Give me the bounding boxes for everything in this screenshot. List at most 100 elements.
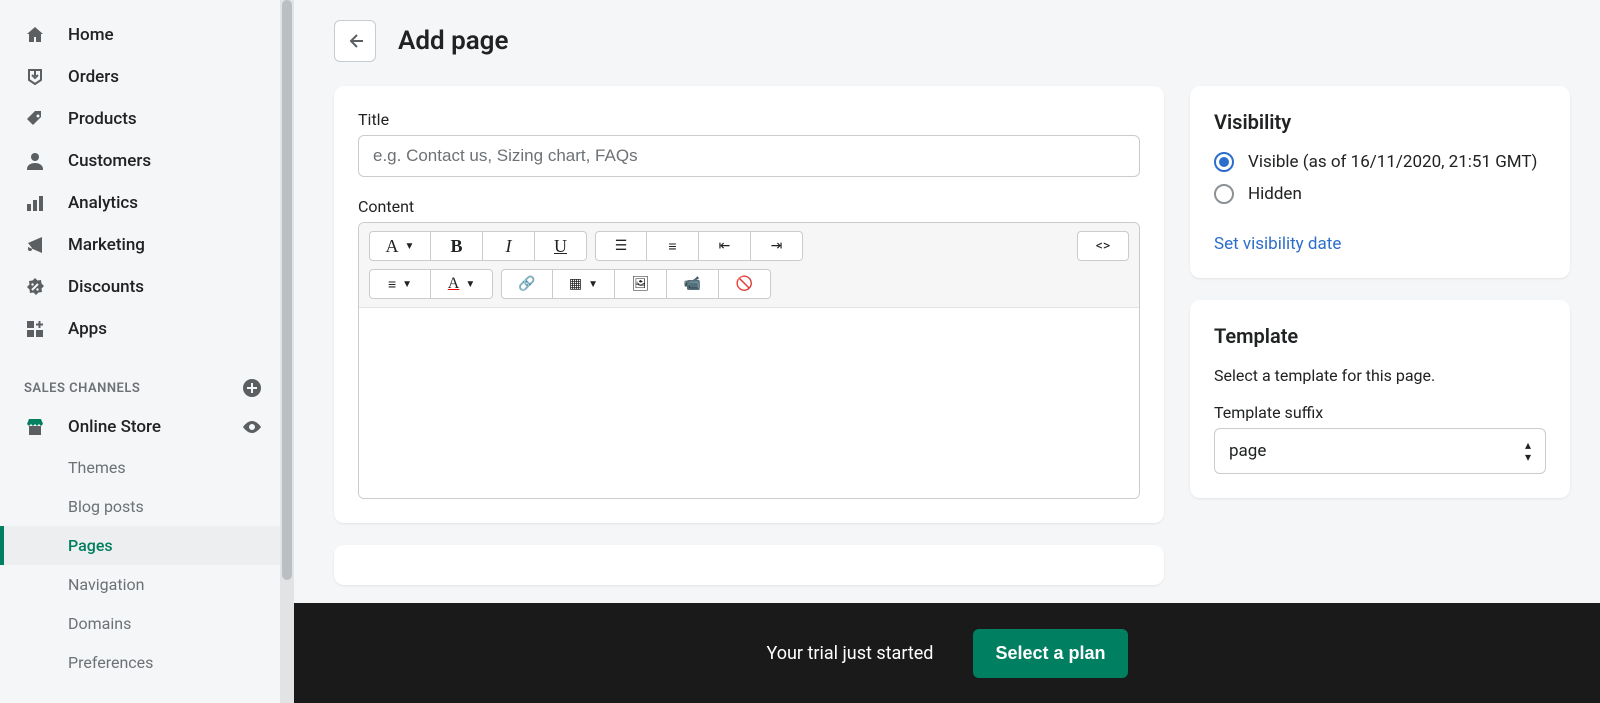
bullet-list-button[interactable]: ☰ (595, 231, 647, 261)
sub-themes[interactable]: Themes (0, 448, 280, 487)
editor-toolbar: A▼ B I U ☰ ≡ ⇤ ⇥ (359, 223, 1139, 308)
link-icon: 🔗 (518, 276, 535, 292)
caret-down-icon: ▼ (402, 279, 412, 290)
image-button[interactable]: 🖼 (615, 269, 667, 299)
visibility-card: Visibility Visible (as of 16/11/2020, 21… (1190, 86, 1570, 278)
radio-unchecked-icon (1214, 184, 1234, 204)
clear-icon: 🚫 (736, 276, 753, 292)
nav-label: Orders (68, 67, 119, 87)
nav-label: Marketing (68, 235, 145, 255)
back-button[interactable] (334, 20, 376, 62)
caret-down-icon: ▼ (588, 279, 598, 290)
title-content-card: Title Content A▼ B I (334, 86, 1164, 523)
nav-customers[interactable]: Customers (0, 140, 280, 182)
bullet-list-icon: ☰ (615, 238, 628, 254)
template-heading: Template (1214, 324, 1546, 348)
visibility-heading: Visibility (1214, 110, 1546, 134)
nav-orders[interactable]: Orders (0, 56, 280, 98)
template-card: Template Select a template for this page… (1190, 300, 1570, 498)
numbered-list-button[interactable]: ≡ (647, 231, 699, 261)
video-button[interactable]: 📹 (667, 269, 719, 299)
orders-icon (24, 66, 46, 88)
nav-label: Discounts (68, 277, 144, 297)
home-icon (24, 24, 46, 46)
nav-label: Customers (68, 151, 151, 171)
outdent-icon: ⇤ (719, 238, 731, 254)
add-channel-icon[interactable] (242, 378, 262, 398)
sub-pages[interactable]: Pages (0, 526, 280, 565)
link-button[interactable]: 🔗 (501, 269, 553, 299)
template-helper: Select a template for this page. (1214, 366, 1546, 385)
visible-label: Visible (as of 16/11/2020, 21:51 GMT) (1248, 152, 1537, 172)
page-title: Add page (398, 26, 508, 56)
sub-navigation[interactable]: Navigation (0, 565, 280, 604)
nav-marketing[interactable]: Marketing (0, 224, 280, 266)
bold-button[interactable]: B (431, 231, 483, 261)
numbered-list-icon: ≡ (668, 238, 676, 255)
nav-apps[interactable]: Apps (0, 308, 280, 350)
nav-products[interactable]: Products (0, 98, 280, 140)
sub-blog-posts[interactable]: Blog posts (0, 487, 280, 526)
video-icon: 📹 (684, 276, 701, 292)
nav-label: Analytics (68, 193, 138, 213)
set-visibility-date-link[interactable]: Set visibility date (1214, 234, 1341, 254)
align-icon: ≡ (388, 276, 396, 293)
select-caret-icon: ▴▾ (1525, 439, 1531, 463)
products-icon (24, 108, 46, 130)
nav-label: Home (68, 25, 114, 45)
table-button[interactable]: ▦▼ (553, 269, 615, 299)
sub-domains[interactable]: Domains (0, 604, 280, 643)
section-label: SALES CHANNELS (24, 381, 140, 396)
content-label: Content (358, 197, 1140, 216)
title-label: Title (358, 110, 1140, 129)
outdent-button[interactable]: ⇤ (699, 231, 751, 261)
html-view-button[interactable]: <> (1077, 231, 1129, 261)
visibility-visible-radio[interactable]: Visible (as of 16/11/2020, 21:51 GMT) (1214, 152, 1546, 172)
analytics-icon (24, 192, 46, 214)
italic-button[interactable]: I (483, 231, 535, 261)
nav-discounts[interactable]: Discounts (0, 266, 280, 308)
radio-checked-icon (1214, 152, 1234, 172)
table-icon: ▦ (569, 276, 582, 292)
nav-label: Apps (68, 319, 107, 339)
caret-down-icon: ▼ (405, 241, 415, 252)
indent-button[interactable]: ⇥ (751, 231, 803, 261)
rich-text-editor: A▼ B I U ☰ ≡ ⇤ ⇥ (358, 222, 1140, 499)
template-suffix-select[interactable]: page ▴▾ (1214, 428, 1546, 474)
nav-home[interactable]: Home (0, 14, 280, 56)
template-suffix-label: Template suffix (1214, 403, 1546, 422)
store-icon (24, 416, 46, 438)
apps-icon (24, 318, 46, 340)
text-color-button[interactable]: A▼ (431, 269, 493, 299)
title-input[interactable] (358, 135, 1140, 177)
nav-analytics[interactable]: Analytics (0, 182, 280, 224)
image-icon: 🖼 (632, 276, 650, 292)
channel-online-store[interactable]: Online Store (0, 406, 280, 448)
channel-label: Online Store (68, 417, 161, 437)
text-color-icon: A (448, 275, 460, 293)
select-value: page (1229, 441, 1266, 461)
caret-down-icon: ▼ (465, 279, 475, 290)
sub-preferences[interactable]: Preferences (0, 643, 280, 682)
seo-card (334, 545, 1164, 585)
sales-channels-header: SALES CHANNELS (0, 350, 280, 406)
align-button[interactable]: ≡▼ (369, 269, 431, 299)
marketing-icon (24, 234, 46, 256)
sidebar-scrollbar[interactable] (280, 0, 294, 703)
hidden-label: Hidden (1248, 184, 1302, 204)
content-textarea[interactable] (359, 308, 1139, 498)
main-content: Add page Title Content A▼ (294, 0, 1600, 703)
trial-text: Your trial just started (766, 643, 933, 664)
select-plan-button[interactable]: Select a plan (973, 629, 1127, 678)
format-heading-button[interactable]: A▼ (369, 231, 431, 261)
indent-icon: ⇥ (771, 238, 783, 254)
page-header: Add page (334, 20, 1570, 62)
code-icon: <> (1096, 238, 1110, 254)
customers-icon (24, 150, 46, 172)
trial-banner: Your trial just started Select a plan (294, 603, 1600, 703)
nav-label: Products (68, 109, 137, 129)
visibility-hidden-radio[interactable]: Hidden (1214, 184, 1546, 204)
view-store-icon[interactable] (242, 417, 262, 437)
clear-format-button[interactable]: 🚫 (719, 269, 771, 299)
underline-button[interactable]: U (535, 231, 587, 261)
